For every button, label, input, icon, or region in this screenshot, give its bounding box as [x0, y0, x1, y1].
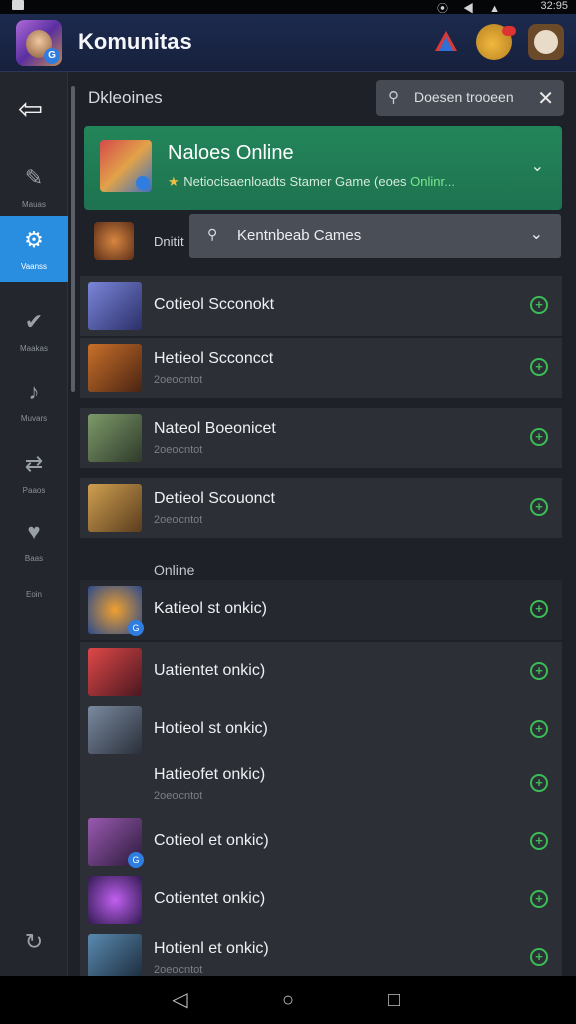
notification-icon	[12, 0, 24, 10]
status-time: 32:95	[540, 0, 568, 12]
back-arrow-icon[interactable]: ⇦	[18, 94, 50, 126]
list-item[interactable]: Hotieol st onkic) +	[80, 700, 562, 760]
sidebar-item-5[interactable]: ⇄ Paaos	[0, 440, 68, 506]
list-item[interactable]: Cotieol Scconokt +	[80, 276, 562, 336]
game-thumbnail	[88, 484, 142, 532]
add-icon[interactable]: +	[530, 720, 548, 738]
refresh-icon: ↻	[24, 929, 44, 954]
home-nav-icon[interactable]: ○	[276, 988, 300, 1012]
game-thumbnail	[88, 282, 142, 330]
top-app-bar: G Komunitas	[0, 14, 576, 72]
add-icon[interactable]: +	[530, 774, 548, 792]
settings-icon: ⚙	[24, 227, 44, 252]
featured-thumbnail	[100, 140, 152, 192]
sidebar-item-6[interactable]: ♥ Baas	[0, 508, 68, 574]
system-nav-bar: ◁ ○ □	[0, 976, 576, 1024]
game-thumbnail: G	[88, 818, 144, 868]
sidebar-item-7[interactable]: Eoin	[0, 584, 68, 650]
list-item[interactable]: Detieol Scouonct 2oeocntot +	[80, 478, 562, 538]
scrollbar[interactable]	[71, 86, 75, 392]
swap-icon: ⇄	[24, 451, 44, 476]
list-item[interactable]: G Cotieol et onkic) +	[80, 812, 562, 872]
sidebar-item-1[interactable]: ✎ Mauas	[0, 154, 68, 220]
sidebar-item-3[interactable]: ✔ Maakas	[0, 298, 68, 364]
main-panel: Dkleoines ⚲ Doesen trooeen ✕ Naloes Onli…	[80, 72, 576, 988]
game-thumbnail	[88, 344, 142, 392]
add-icon[interactable]: +	[530, 600, 548, 618]
sidebar-item-4[interactable]: ♪ Muvars	[0, 368, 68, 434]
game-thumbnail	[88, 934, 142, 982]
game-filter-dropdown[interactable]: ⚲ Kentnbeab Cames ⌄	[189, 214, 561, 258]
search-icon: ⚲	[207, 226, 218, 242]
heart-icon: ♥	[27, 519, 41, 544]
app-avatar-icon[interactable]: G	[16, 20, 62, 66]
game-thumbnail	[88, 414, 142, 462]
featured-title: Naloes Online	[168, 142, 294, 164]
status-bar: ⦿ ◀ ▲ 32:95	[0, 0, 576, 15]
add-icon[interactable]: +	[530, 948, 548, 966]
rewards-icon[interactable]	[476, 24, 516, 60]
app-title: Komunitas	[78, 29, 192, 54]
sidebar-refresh[interactable]: ↻	[0, 918, 68, 984]
shortcut-icon[interactable]	[428, 24, 464, 60]
chevron-down-icon[interactable]: ⌄	[531, 156, 544, 176]
recents-nav-icon[interactable]: □	[382, 988, 406, 1012]
game-thumbnail	[88, 706, 142, 754]
sidebar: ⇦ ✎ Mauas ⚙ Vaanss ✔ Maakas ♪ Muvars ⇄ P…	[0, 72, 68, 976]
back-nav-icon[interactable]: ◁	[168, 988, 192, 1012]
list-item[interactable]: Uatientet onkic) +	[80, 642, 562, 702]
add-icon[interactable]: +	[530, 498, 548, 516]
section-title: Dkleoines	[88, 88, 163, 107]
check-icon: ✔	[24, 309, 44, 334]
add-icon[interactable]: +	[530, 662, 548, 680]
featured-subtitle: ★ Netiocisaenloadts Stamer Game (eoes On…	[168, 174, 455, 189]
search-input[interactable]: ⚲ Doesen trooeen ✕	[376, 80, 564, 116]
game-thumbnail	[88, 876, 142, 924]
list-item[interactable]: G Katieol st onkic) +	[80, 580, 562, 640]
chevron-down-icon: ⌄	[529, 226, 543, 243]
edit-icon: ✎	[24, 165, 44, 190]
featured-star-icon: ★	[168, 174, 184, 189]
list-item[interactable]: Cotientet onkic) +	[80, 870, 562, 930]
add-icon[interactable]: +	[530, 358, 548, 376]
online-thumbnail	[94, 222, 134, 260]
add-icon[interactable]: +	[530, 296, 548, 314]
game-thumbnail: G	[88, 586, 144, 636]
add-icon[interactable]: +	[530, 890, 548, 908]
clear-icon[interactable]: ✕	[537, 86, 554, 111]
search-icon: ⚲	[388, 89, 399, 106]
list-item[interactable]: Hatieofet onkic) 2oeocntot +	[80, 754, 562, 814]
list-item[interactable]: Hetieol Scconcct 2oeocntot +	[80, 338, 562, 398]
sidebar-item-2[interactable]: ⚙ Vaanss	[0, 216, 68, 282]
add-icon[interactable]: +	[530, 832, 548, 850]
profile-avatar[interactable]	[528, 24, 564, 60]
game-thumbnail	[88, 648, 142, 696]
featured-card[interactable]: Naloes Online ★ Netiocisaenloadts Stamer…	[84, 126, 562, 210]
group-label-online: Online	[154, 562, 195, 578]
list-item[interactable]: Nateol Boeonicet 2oeocntot +	[80, 408, 562, 468]
music-icon: ♪	[28, 379, 40, 404]
add-icon[interactable]: +	[530, 428, 548, 446]
